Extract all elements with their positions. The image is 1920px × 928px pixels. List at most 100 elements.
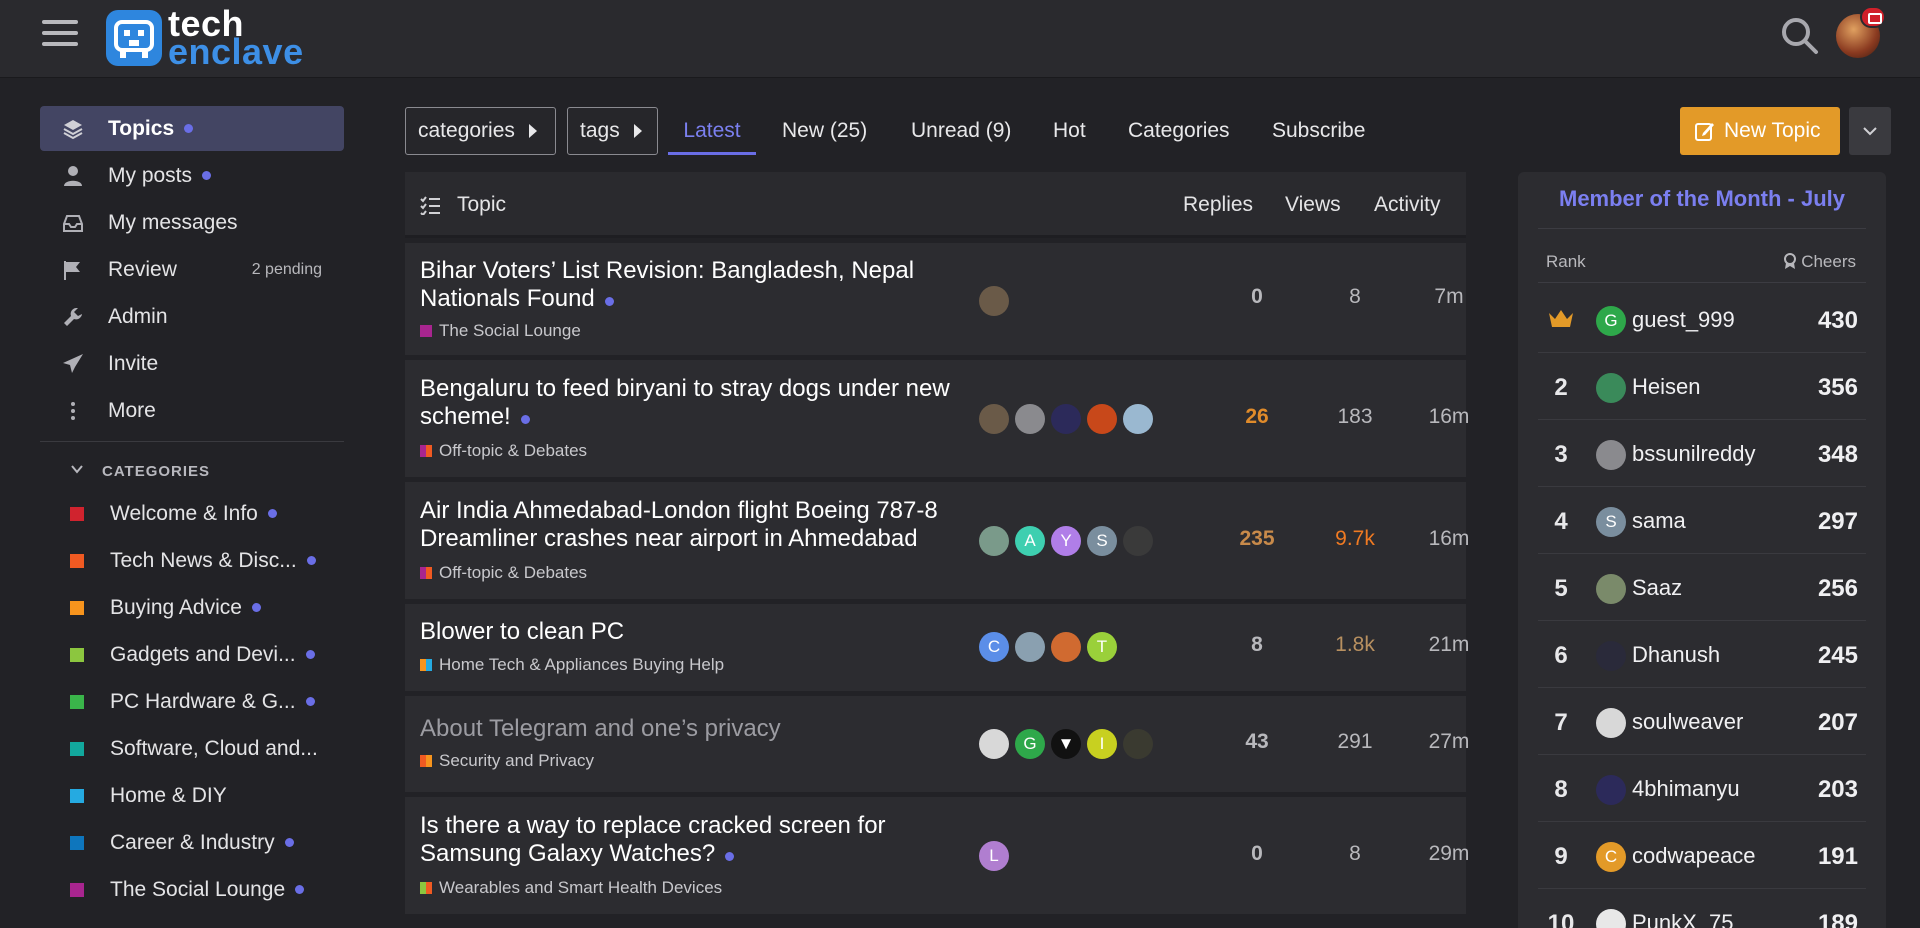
topic-activity-time[interactable]: 21m: [1409, 633, 1489, 657]
topic-title-link[interactable]: Air India Ahmedabad-London flight Boeing…: [420, 497, 980, 553]
sidebar-item-more[interactable]: More: [40, 388, 344, 433]
leaderboard-avatar[interactable]: [1596, 775, 1626, 805]
sidebar-item-review[interactable]: Review 2 pending: [40, 247, 344, 292]
poster-avatar[interactable]: [1123, 729, 1153, 759]
poster-avatar[interactable]: C: [979, 632, 1009, 662]
topic-activity-time[interactable]: 16m: [1409, 527, 1489, 551]
topic-title-link[interactable]: Is there a way to replace cracked screen…: [420, 812, 980, 868]
leaderboard-avatar[interactable]: [1596, 373, 1626, 403]
topic-category-badge[interactable]: The Social Lounge: [420, 321, 581, 341]
topic-row[interactable]: Is there a way to replace cracked screen…: [405, 797, 1469, 914]
panel-title[interactable]: Member of the Month - July: [1518, 186, 1886, 212]
poster-avatar[interactable]: [1015, 632, 1045, 662]
checklist-icon[interactable]: [420, 172, 440, 238]
new-topic-dropdown[interactable]: [1849, 107, 1891, 155]
poster-avatar[interactable]: I: [1087, 729, 1117, 759]
sidebar-item-my-messages[interactable]: My messages: [40, 200, 344, 245]
sidebar-item-my-posts[interactable]: My posts: [40, 153, 344, 198]
poster-avatar[interactable]: S: [1087, 526, 1117, 556]
poster-avatar[interactable]: T: [1087, 632, 1117, 662]
tab-categories[interactable]: Categories: [1128, 107, 1230, 155]
poster-avatar[interactable]: [1123, 526, 1153, 556]
poster-avatar[interactable]: [979, 729, 1009, 759]
leaderboard-avatar[interactable]: C: [1596, 842, 1626, 872]
tab-new[interactable]: New (25): [782, 107, 867, 155]
categories-section-toggle[interactable]: CATEGORIES: [40, 452, 344, 490]
categories-dropdown[interactable]: categories: [405, 107, 556, 155]
topic-row[interactable]: Air India Ahmedabad-London flight Boeing…: [405, 482, 1469, 599]
topic-title-link[interactable]: Bengaluru to feed biryani to stray dogs …: [420, 375, 980, 431]
leaderboard-username[interactable]: Dhanush: [1632, 642, 1720, 668]
poster-avatar[interactable]: [1051, 404, 1081, 434]
topic-category-badge[interactable]: Off-topic & Debates: [420, 441, 587, 461]
sidebar-category-item[interactable]: The Social Lounge: [40, 866, 344, 913]
poster-avatar[interactable]: [1051, 632, 1081, 662]
leaderboard-username[interactable]: 4bhimanyu: [1632, 776, 1740, 802]
leaderboard-username[interactable]: bssunilreddy: [1632, 441, 1756, 467]
user-avatar[interactable]: [1836, 6, 1886, 58]
leaderboard-avatar[interactable]: S: [1596, 507, 1626, 537]
leaderboard-username[interactable]: Saaz: [1632, 575, 1682, 601]
sidebar-item-admin[interactable]: Admin: [40, 294, 344, 339]
topic-activity-time[interactable]: 7m: [1409, 285, 1489, 309]
leaderboard-avatar[interactable]: [1596, 440, 1626, 470]
topic-activity-time[interactable]: 27m: [1409, 730, 1489, 754]
new-topic-button[interactable]: New Topic: [1680, 107, 1840, 155]
leaderboard-username[interactable]: sama: [1632, 508, 1686, 534]
leaderboard-avatar[interactable]: [1596, 641, 1626, 671]
column-header-replies[interactable]: Replies: [1183, 172, 1253, 238]
leaderboard-avatar[interactable]: G: [1596, 306, 1626, 336]
leaderboard-avatar[interactable]: [1596, 708, 1626, 738]
search-icon[interactable]: [1780, 16, 1820, 56]
column-header-views[interactable]: Views: [1285, 172, 1341, 238]
topic-category-badge[interactable]: Off-topic & Debates: [420, 563, 587, 583]
poster-avatar[interactable]: ▼: [1051, 729, 1081, 759]
poster-avatar[interactable]: Y: [1051, 526, 1081, 556]
tags-dropdown[interactable]: tags: [567, 107, 658, 155]
sidebar-category-item[interactable]: Home & DIY: [40, 772, 344, 819]
sidebar-category-item[interactable]: Gadgets and Devi...: [40, 631, 344, 678]
tab-hot[interactable]: Hot: [1053, 107, 1086, 155]
poster-avatar[interactable]: [979, 526, 1009, 556]
topic-title-link[interactable]: About Telegram and one’s privacy: [420, 715, 980, 743]
topic-activity-time[interactable]: 29m: [1409, 842, 1489, 866]
poster-avatar[interactable]: [1087, 404, 1117, 434]
leaderboard-avatar[interactable]: [1596, 909, 1626, 928]
poster-avatar[interactable]: [979, 286, 1009, 316]
topic-category-badge[interactable]: Security and Privacy: [420, 751, 594, 771]
leaderboard-avatar[interactable]: [1596, 574, 1626, 604]
topic-activity-time[interactable]: 16m: [1409, 405, 1489, 429]
poster-avatar[interactable]: L: [979, 841, 1009, 871]
topic-row[interactable]: About Telegram and one’s privacy Security…: [405, 696, 1469, 792]
topic-row[interactable]: Bengaluru to feed biryani to stray dogs …: [405, 360, 1469, 477]
column-header-activity[interactable]: Activity: [1374, 172, 1441, 238]
topic-category-badge[interactable]: Home Tech & Appliances Buying Help: [420, 655, 724, 675]
poster-avatar[interactable]: [1123, 404, 1153, 434]
poster-avatar[interactable]: [1015, 404, 1045, 434]
topic-title-link[interactable]: Blower to clean PC: [420, 618, 980, 646]
sidebar-category-item[interactable]: Welcome & Info: [40, 490, 344, 537]
leaderboard-username[interactable]: PunkX_75: [1632, 910, 1734, 928]
topic-title-link[interactable]: Bihar Voters’ List Revision: Bangladesh,…: [420, 257, 980, 313]
topic-row[interactable]: Bihar Voters’ List Revision: Bangladesh,…: [405, 243, 1466, 355]
sidebar-item-topics[interactable]: Topics: [40, 106, 344, 151]
poster-avatar[interactable]: A: [1015, 526, 1045, 556]
sidebar-category-item[interactable]: Career & Industry: [40, 819, 344, 866]
poster-avatar[interactable]: G: [1015, 729, 1045, 759]
leaderboard-username[interactable]: Heisen: [1632, 374, 1700, 400]
leaderboard-username[interactable]: codwapeace: [1632, 843, 1756, 869]
topic-category-badge[interactable]: Wearables and Smart Health Devices: [420, 878, 722, 898]
leaderboard-username[interactable]: soulweaver: [1632, 709, 1743, 735]
sidebar-category-item[interactable]: Software, Cloud and...: [40, 725, 344, 772]
topic-row[interactable]: Blower to clean PC Home Tech & Appliances…: [405, 604, 1469, 691]
tab-unread[interactable]: Unread (9): [911, 107, 1011, 155]
sidebar-category-item[interactable]: Tech News & Disc...: [40, 537, 344, 584]
poster-avatar[interactable]: [979, 404, 1009, 434]
sidebar-category-item[interactable]: PC Hardware & G...: [40, 678, 344, 725]
site-logo[interactable]: tech enclave: [106, 6, 304, 70]
tab-latest[interactable]: Latest: [668, 107, 756, 155]
sidebar-item-invite[interactable]: Invite: [40, 341, 344, 386]
sidebar-category-item[interactable]: Buying Advice: [40, 584, 344, 631]
hamburger-menu-icon[interactable]: [42, 20, 78, 52]
tab-subscribe[interactable]: Subscribe: [1272, 107, 1365, 155]
